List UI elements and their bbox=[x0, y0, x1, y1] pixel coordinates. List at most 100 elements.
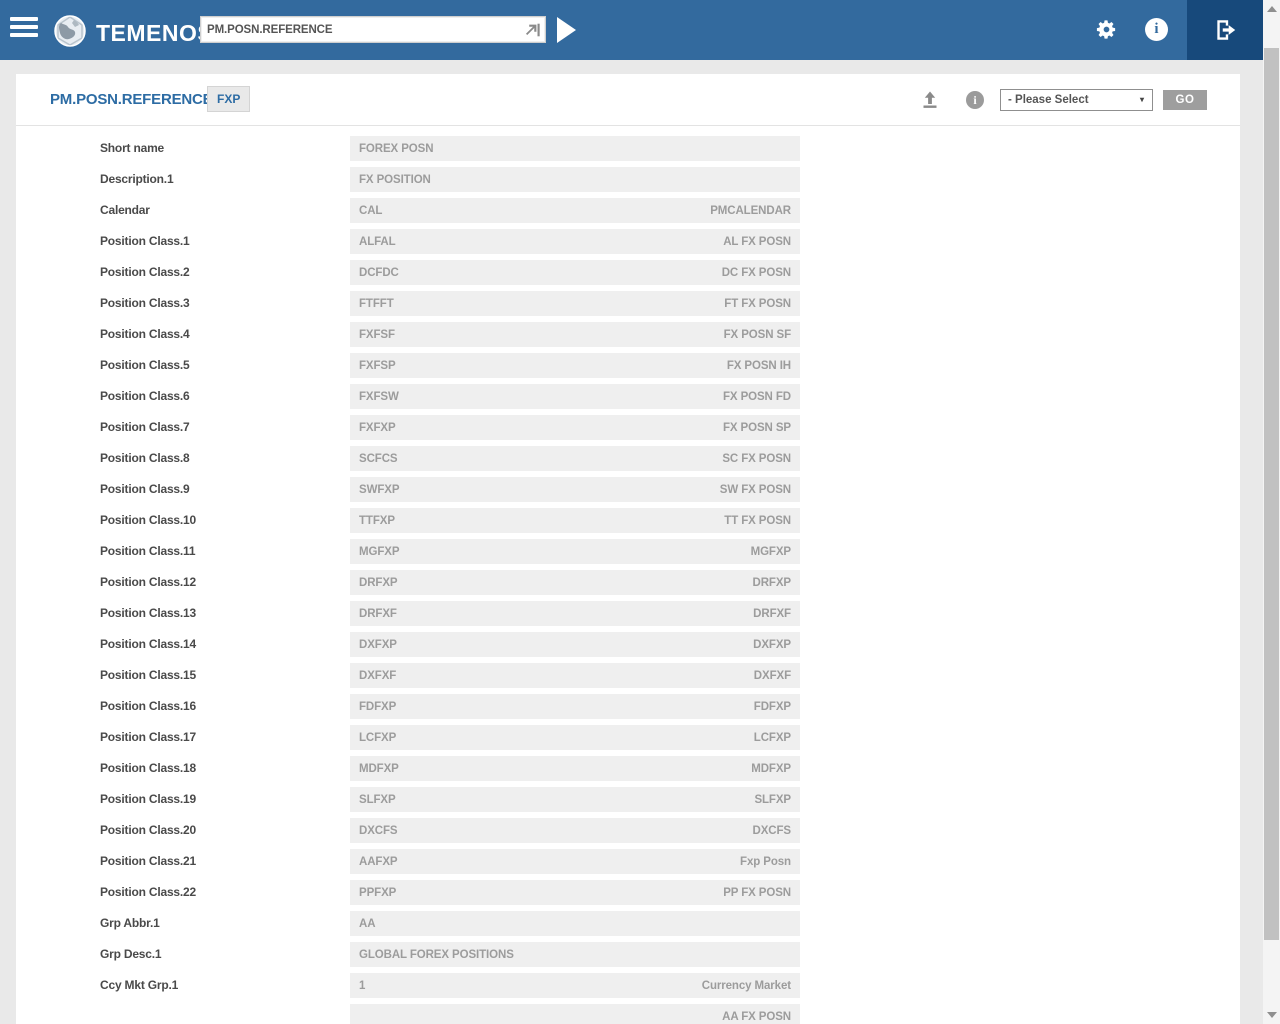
field-enriched-value: FX POSN SF bbox=[724, 329, 791, 341]
form-row: Position Class.4 FXFSF FX POSN SF bbox=[16, 322, 1240, 347]
form-row: Position Class.12 DRFXP DRFXP bbox=[16, 570, 1240, 595]
field-enriched-value: FX POSN SP bbox=[723, 422, 791, 434]
field-value: FX POSITION bbox=[359, 174, 431, 186]
scroll-down-arrow-icon[interactable] bbox=[1267, 1012, 1277, 1018]
form-row: AA FX POSN bbox=[16, 1004, 1240, 1024]
field-value: LCFXP bbox=[359, 732, 396, 744]
field-value-box: DCFDC DC FX POSN bbox=[350, 260, 800, 285]
upload-icon[interactable] bbox=[920, 90, 940, 110]
form-row: Position Class.2 DCFDC DC FX POSN bbox=[16, 260, 1240, 285]
field-value: SCFCS bbox=[359, 453, 397, 465]
field-value-box: FXFSF FX POSN SF bbox=[350, 322, 800, 347]
top-navigation-bar: TEMENOS i bbox=[0, 0, 1263, 60]
form-row: Position Class.1 ALFAL AL FX POSN bbox=[16, 229, 1240, 254]
field-enriched-value: Currency Market bbox=[702, 980, 791, 992]
form-row: Grp Desc.1 GLOBAL FOREX POSITIONS bbox=[16, 942, 1240, 967]
field-value-box: FDFXP FDFXP bbox=[350, 694, 800, 719]
field-value: FDFXP bbox=[359, 701, 396, 713]
field-enriched-value: DXFXP bbox=[753, 639, 791, 651]
field-value-box: LCFXP LCFXP bbox=[350, 725, 800, 750]
field-label: Position Class.15 bbox=[100, 668, 196, 682]
action-select-dropdown[interactable]: - Please Select ▾ bbox=[1000, 89, 1153, 111]
field-enriched-value: SC FX POSN bbox=[722, 453, 791, 465]
temenos-logo: TEMENOS bbox=[52, 13, 213, 54]
field-label: Grp Abbr.1 bbox=[100, 916, 160, 930]
field-label: Position Class.18 bbox=[100, 761, 196, 775]
field-value: FXFSF bbox=[359, 329, 395, 341]
field-value: FXFSW bbox=[359, 391, 399, 403]
field-label: Position Class.6 bbox=[100, 389, 190, 403]
field-label: Description.1 bbox=[100, 172, 173, 186]
field-value-box: FOREX POSN bbox=[350, 136, 800, 161]
field-value-box: AA bbox=[350, 911, 800, 936]
field-label: Position Class.12 bbox=[100, 575, 196, 589]
field-enriched-value: SLFXP bbox=[754, 794, 791, 806]
field-label: Position Class.19 bbox=[100, 792, 196, 806]
field-enriched-value: DXFXF bbox=[754, 670, 791, 682]
form-row: Position Class.11 MGFXP MGFXP bbox=[16, 539, 1240, 564]
form-row: Position Class.10 TTFXP TT FX POSN bbox=[16, 508, 1240, 533]
field-value-box: CAL PMCALENDAR bbox=[350, 198, 800, 223]
field-enriched-value: LCFXP bbox=[754, 732, 791, 744]
field-value: MDFXP bbox=[359, 763, 399, 775]
field-enriched-value: MDFXP bbox=[751, 763, 791, 775]
sign-out-button[interactable] bbox=[1187, 0, 1263, 60]
hamburger-menu-icon[interactable] bbox=[10, 17, 38, 43]
form-row: Position Class.21 AAFXP Fxp Posn bbox=[16, 849, 1240, 874]
form-row: Description.1 FX POSITION bbox=[16, 167, 1240, 192]
command-line-input[interactable] bbox=[207, 17, 517, 42]
form-row: Position Class.6 FXFSW FX POSN FD bbox=[16, 384, 1240, 409]
field-label: Calendar bbox=[100, 203, 150, 217]
expand-play-icon[interactable] bbox=[557, 17, 576, 43]
form-row: Calendar CAL PMCALENDAR bbox=[16, 198, 1240, 223]
form-row: Position Class.13 DRFXF DRFXF bbox=[16, 601, 1240, 626]
field-value-box: FXFSP FX POSN IH bbox=[350, 353, 800, 378]
field-value: TTFXP bbox=[359, 515, 395, 527]
field-label: Position Class.21 bbox=[100, 854, 196, 868]
field-value: DCFDC bbox=[359, 267, 399, 279]
field-value-box: GLOBAL FOREX POSITIONS bbox=[350, 942, 800, 967]
field-value-box: SWFXP SW FX POSN bbox=[350, 477, 800, 502]
vertical-scrollbar[interactable] bbox=[1263, 0, 1280, 1024]
field-value-box: MDFXP MDFXP bbox=[350, 756, 800, 781]
field-value-box: FXFXP FX POSN SP bbox=[350, 415, 800, 440]
field-value: ALFAL bbox=[359, 236, 396, 248]
field-value-box: DRFXP DRFXP bbox=[350, 570, 800, 595]
field-label: Position Class.3 bbox=[100, 296, 190, 310]
field-label: Position Class.17 bbox=[100, 730, 196, 744]
field-enriched-value: FDFXP bbox=[754, 701, 791, 713]
settings-gear-icon[interactable] bbox=[1095, 18, 1118, 41]
header-info-icon[interactable]: i bbox=[966, 91, 984, 109]
field-enriched-value: AL FX POSN bbox=[723, 236, 791, 248]
field-label: Short name bbox=[100, 141, 164, 155]
field-enriched-value: DRFXP bbox=[753, 577, 791, 589]
field-value: GLOBAL FOREX POSITIONS bbox=[359, 949, 514, 961]
go-button[interactable]: GO bbox=[1163, 90, 1207, 110]
scroll-up-arrow-icon[interactable] bbox=[1267, 6, 1277, 12]
info-icon[interactable]: i bbox=[1145, 18, 1168, 41]
field-value: 1 bbox=[359, 980, 365, 992]
field-enriched-value: MGFXP bbox=[751, 546, 791, 558]
field-value: FXFXP bbox=[359, 422, 396, 434]
brand-text: TEMENOS bbox=[96, 20, 213, 47]
field-value-box: FTFFT FT FX POSN bbox=[350, 291, 800, 316]
field-label: Position Class.9 bbox=[100, 482, 190, 496]
field-label: Position Class.4 bbox=[100, 327, 190, 341]
globe-icon bbox=[52, 13, 88, 54]
form-row: Position Class.3 FTFFT FT FX POSN bbox=[16, 291, 1240, 316]
field-label: Position Class.14 bbox=[100, 637, 196, 651]
main-content-area: PM.POSN.REFERENCE FXP i - Please Select … bbox=[0, 60, 1263, 1024]
field-value: FOREX POSN bbox=[359, 143, 433, 155]
field-label: Position Class.13 bbox=[100, 606, 196, 620]
field-enriched-value: FT FX POSN bbox=[724, 298, 791, 310]
record-card: PM.POSN.REFERENCE FXP i - Please Select … bbox=[16, 74, 1240, 1024]
field-value-box: TTFXP TT FX POSN bbox=[350, 508, 800, 533]
run-command-icon[interactable] bbox=[524, 21, 542, 39]
field-enriched-value: DC FX POSN bbox=[722, 267, 791, 279]
record-id-badge[interactable]: FXP bbox=[207, 86, 250, 112]
field-value-box: DXFXP DXFXP bbox=[350, 632, 800, 657]
field-value: MGFXP bbox=[359, 546, 399, 558]
form-row: Position Class.16 FDFXP FDFXP bbox=[16, 694, 1240, 719]
field-value: SWFXP bbox=[359, 484, 399, 496]
scrollbar-thumb[interactable] bbox=[1264, 48, 1279, 940]
